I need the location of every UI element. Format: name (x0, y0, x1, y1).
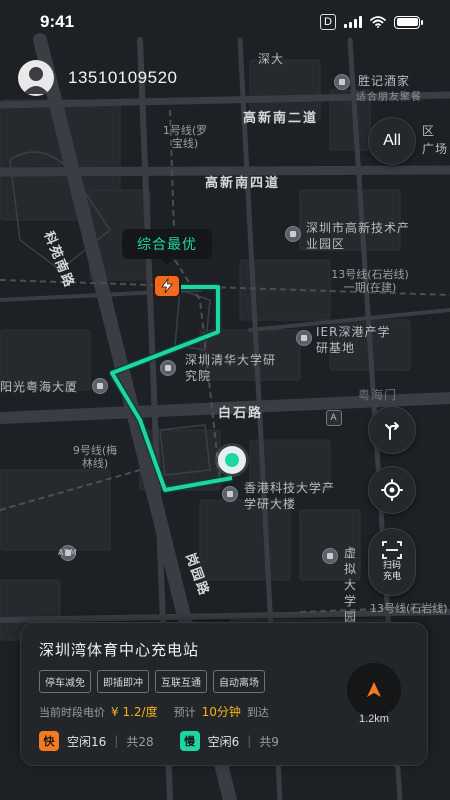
office-icon (285, 226, 301, 242)
turn-arrow-icon (385, 422, 399, 440)
metro-label: 9号线(梅林线) (72, 444, 118, 470)
road-label: 白石路 (218, 406, 264, 421)
map-place-label: A (326, 410, 342, 426)
station-tags: 停车减免 即插即冲 互联互通 自动离场 (39, 670, 265, 693)
fast-free-count: 空闲16 (67, 734, 107, 749)
map-place-label: 深圳清华大学研究院 (185, 353, 277, 383)
research-icon (160, 360, 176, 376)
map-place-label: 虚拟大学园 (344, 546, 358, 624)
metro-label: 1号线(罗宝线) (162, 124, 208, 150)
station-distance: 1.2km (359, 713, 389, 725)
road-label: 高新南四道 (205, 176, 281, 191)
current-location-marker (218, 446, 246, 474)
office-icon (92, 378, 108, 394)
slow-free-count: 空闲6 (207, 734, 240, 749)
price-label: 当前时段电价 (39, 705, 105, 719)
fast-charger-badge: 快 (39, 731, 59, 751)
status-bar: 9:41 D (0, 0, 450, 46)
map-place-label: 粤海门 (358, 388, 398, 402)
scan-charge-button[interactable]: 扫码充电 (368, 528, 416, 596)
user-phone: 13510109520 (68, 68, 178, 87)
eta-value: 10分钟 (201, 705, 241, 719)
map-place-label: 区 (422, 124, 436, 138)
fast-total-count: 共28 (126, 734, 154, 749)
slow-total-count: 共9 (259, 734, 279, 749)
map-place-label: 阳光粤海大厦 (0, 380, 79, 394)
divider: | (247, 734, 252, 748)
lightning-icon (161, 278, 173, 294)
route-callout[interactable]: 综合最优 (122, 229, 212, 265)
slow-charger-badge: 慢 (179, 731, 200, 751)
school-icon (322, 548, 338, 564)
all-filter-button[interactable]: All (368, 117, 416, 165)
office-icon (296, 330, 312, 346)
map-place-label: 深圳市高新技术产业园区 (306, 221, 411, 251)
wifi-icon (370, 16, 386, 28)
battery-icon (394, 15, 423, 29)
scan-charge-label: 扫码充电 (382, 561, 401, 582)
user-profile[interactable]: 13510109520 (18, 60, 178, 96)
map-place-label: 深大 (258, 52, 285, 66)
school-icon (222, 486, 238, 502)
availability-row: 快 空闲16 | 共28 慢 空闲6 | 共9 (39, 731, 279, 751)
station-tag: 即插即冲 (97, 670, 149, 693)
navigation-arrow-icon (367, 682, 381, 697)
eta-label: 预计 (173, 705, 196, 719)
divider: | (114, 734, 119, 748)
data-badge-icon: D (320, 14, 336, 30)
map-place-label: 香港科技大学产学研大楼 (244, 481, 336, 511)
station-tag: 自动离场 (213, 670, 265, 693)
price-value: ¥ 1.2/度 (111, 705, 158, 719)
locate-icon (381, 479, 403, 501)
charging-station-marker[interactable] (153, 274, 181, 298)
status-icons: D (320, 14, 423, 30)
locate-button[interactable] (368, 466, 416, 514)
metro-label: 13号线(石岩线) (370, 602, 448, 615)
station-card[interactable]: 深圳湾体育中心充电站 停车减免 即插即冲 互联互通 自动离场 当前时段电价 ¥ … (20, 622, 428, 766)
station-tag: 停车减免 (39, 670, 91, 693)
route-button[interactable] (368, 406, 416, 454)
metro-label: 13号线(石岩线)一期(在建) (331, 268, 409, 294)
eta-suffix: 到达 (246, 705, 269, 719)
map-place-label: ATM (58, 548, 78, 557)
scan-icon (382, 541, 402, 559)
map-place-label: 广场 (422, 142, 449, 156)
avatar[interactable] (18, 60, 54, 96)
station-tag: 互联互通 (155, 670, 207, 693)
map-place-label: 适合朋友聚餐 (356, 92, 422, 103)
cellular-signal-icon (344, 16, 362, 28)
map-place-label: 胜记酒家 (358, 74, 411, 88)
map-place-label: IER深港产学研基地 (316, 325, 391, 355)
price-eta-row: 当前时段电价 ¥ 1.2/度 预计 10分钟 到达 (39, 703, 269, 720)
user-icon (23, 67, 49, 94)
poi-icon (334, 74, 350, 90)
navigate-button[interactable] (347, 663, 401, 717)
station-name: 深圳湾体育中心充电站 (39, 641, 200, 659)
status-time: 9:41 (40, 12, 75, 31)
road-label: 高新南二道 (243, 111, 319, 126)
